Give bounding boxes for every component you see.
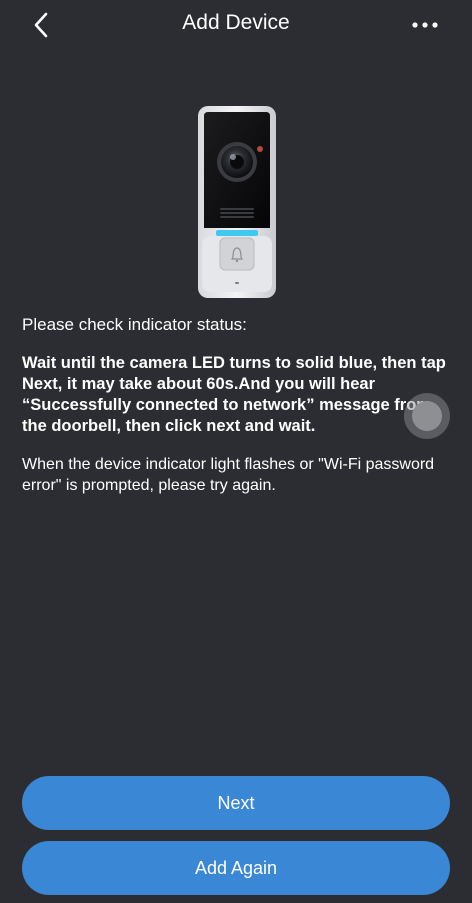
add-again-button[interactable]: Add Again [22, 841, 450, 895]
instruction-content: Please check indicator status: Wait unti… [22, 314, 452, 496]
retry-note: When the device indicator light flashes … [22, 456, 435, 494]
assistive-touch-button[interactable] [404, 393, 450, 439]
doorbell-image [198, 106, 276, 298]
more-horizontal-icon [412, 22, 438, 28]
assistive-touch-dot [412, 401, 442, 431]
more-options-button[interactable] [408, 12, 442, 38]
next-button[interactable]: Next [22, 776, 450, 830]
add-device-screen: Add Device Please check indicator status… [0, 0, 472, 903]
status-heading: Please check indicator status: [22, 315, 247, 334]
page-title: Add Device [182, 11, 290, 34]
instruction-text: Wait until the camera LED turns to solid… [22, 354, 446, 435]
top-bar: Add Device [0, 0, 472, 50]
